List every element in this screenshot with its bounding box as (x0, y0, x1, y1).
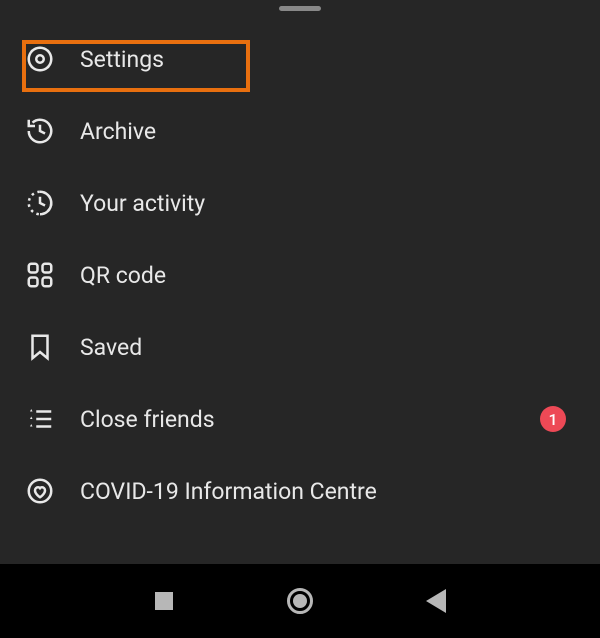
badge-close-friends: 1 (540, 406, 566, 432)
menu-label-archive: Archive (80, 118, 156, 145)
menu-item-close-friends[interactable]: Close friends 1 (4, 383, 596, 455)
menu-item-settings[interactable]: Settings (4, 23, 596, 95)
recent-apps-button[interactable] (151, 588, 177, 614)
menu-item-activity[interactable]: Your activity (4, 167, 596, 239)
menu-item-covid[interactable]: COVID-19 Information Centre (4, 455, 596, 527)
archive-icon (24, 115, 56, 147)
menu-label-activity: Your activity (80, 190, 205, 217)
menu-label-covid: COVID-19 Information Centre (80, 478, 377, 505)
qr-icon (24, 259, 56, 291)
back-button[interactable] (423, 588, 449, 614)
bookmark-icon (24, 331, 56, 363)
heart-circle-icon (24, 475, 56, 507)
close-friends-icon (24, 403, 56, 435)
android-navigation-bar (0, 564, 600, 638)
drag-handle[interactable] (279, 6, 321, 11)
menu-list: Settings Archive Your activity QR code S… (0, 23, 600, 527)
menu-label-saved: Saved (80, 334, 142, 361)
home-button[interactable] (287, 588, 313, 614)
activity-icon (24, 187, 56, 219)
menu-item-saved[interactable]: Saved (4, 311, 596, 383)
settings-icon (24, 43, 56, 75)
menu-item-archive[interactable]: Archive (4, 95, 596, 167)
menu-label-settings: Settings (80, 46, 164, 73)
menu-label-close-friends: Close friends (80, 406, 215, 433)
menu-item-qr[interactable]: QR code (4, 239, 596, 311)
menu-label-qr: QR code (80, 262, 166, 289)
